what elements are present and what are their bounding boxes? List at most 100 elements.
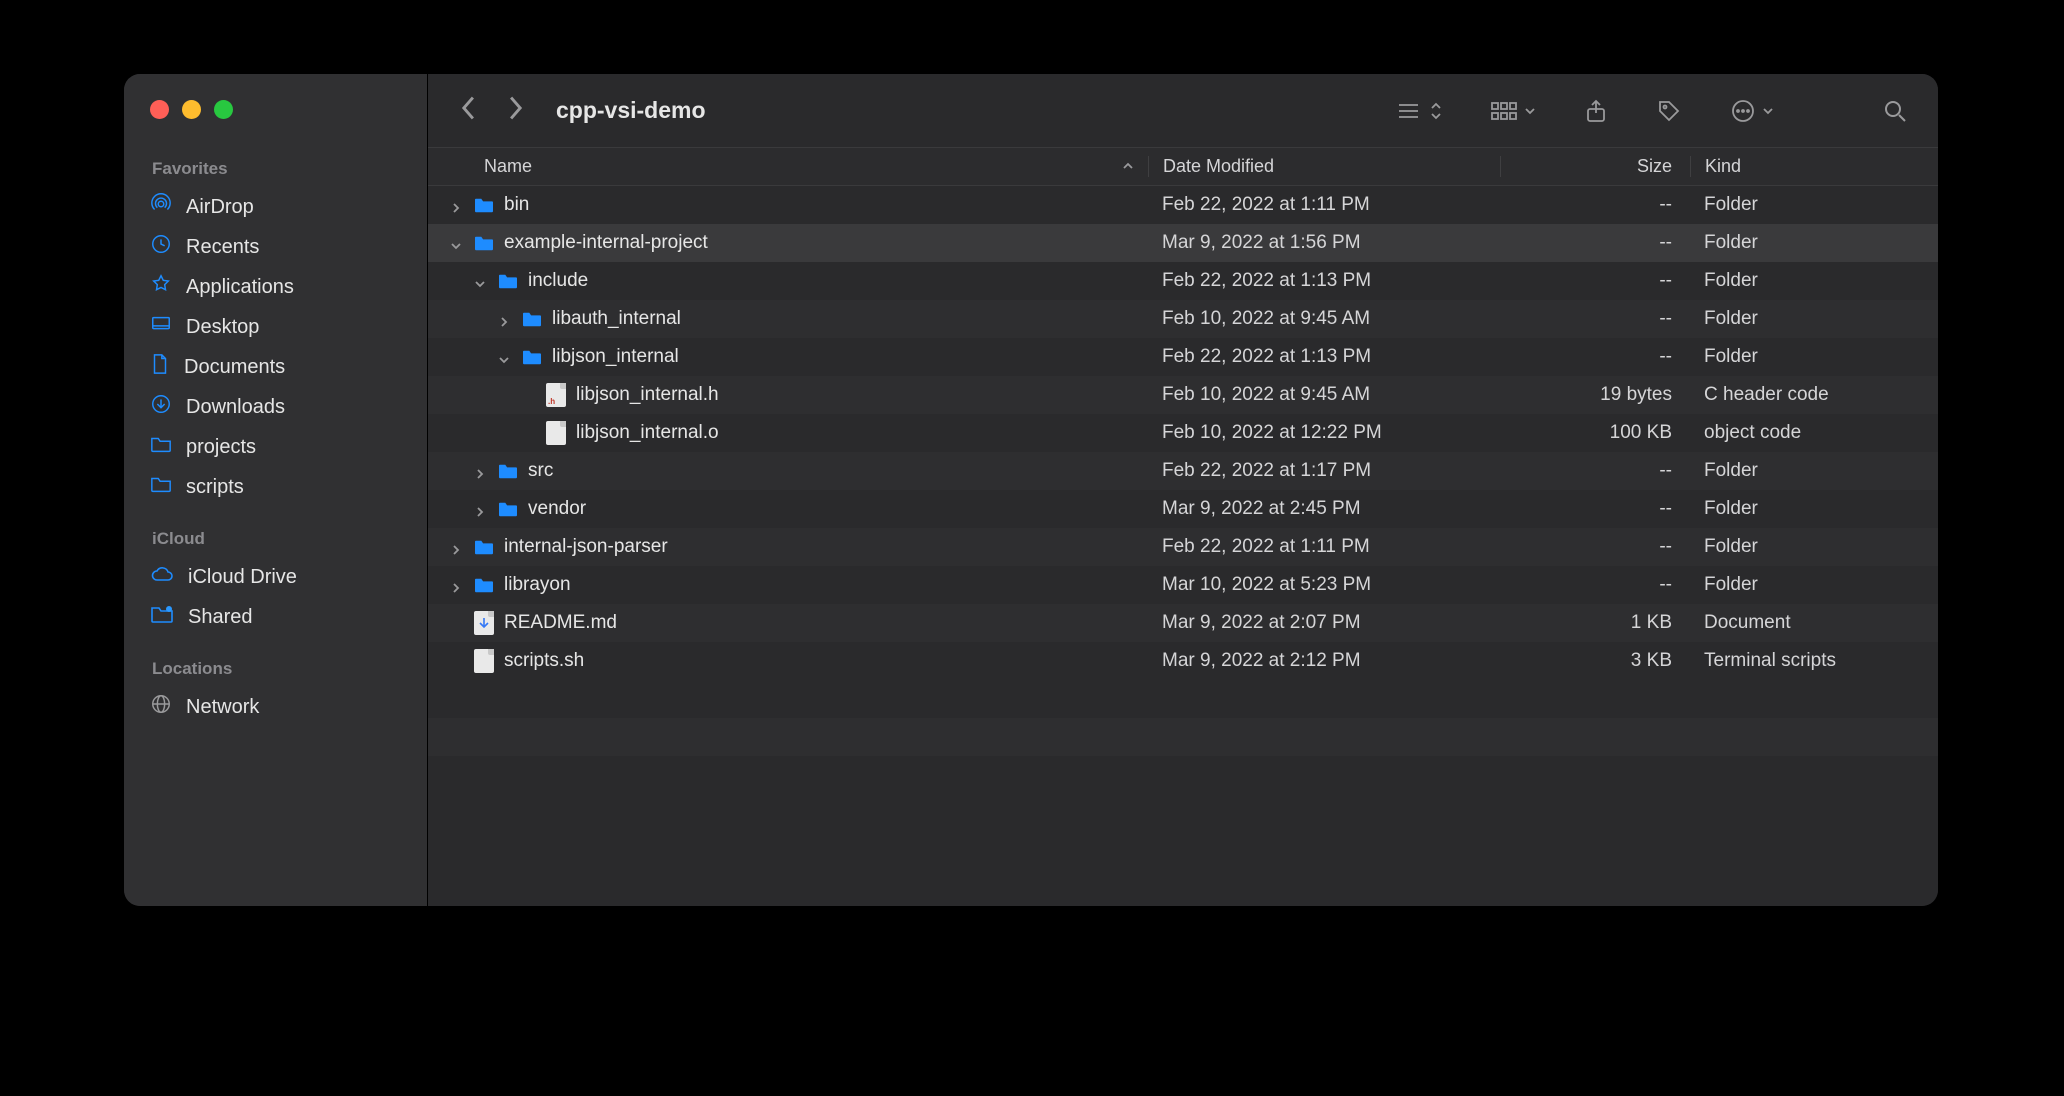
airdrop-icon <box>150 193 172 221</box>
sidebar-item-shared[interactable]: Shared <box>124 597 427 637</box>
disclosure-open-icon[interactable] <box>474 274 488 288</box>
sidebar-item-airdrop[interactable]: AirDrop <box>124 187 427 227</box>
file-row[interactable]: scripts.shMar 9, 2022 at 2:12 PM3 KBTerm… <box>428 642 1938 680</box>
row-date: Feb 22, 2022 at 1:13 PM <box>1148 270 1500 292</box>
toolbar: cpp-vsi-demo <box>428 74 1938 148</box>
row-size: -- <box>1500 460 1690 482</box>
folder-row[interactable]: include Feb 22, 2022 at 1:13 PM--Folder <box>428 262 1938 300</box>
sidebar-item-label: scripts <box>186 476 244 499</box>
folder-row[interactable]: example-internal-project Mar 9, 2022 at 1… <box>428 224 1938 262</box>
file-list: binFeb 22, 2022 at 1:11 PM--Folderexampl… <box>428 186 1938 680</box>
file-row[interactable]: README.mdMar 9, 2022 at 2:07 PM1 KBDocum… <box>428 604 1938 642</box>
column-header-size[interactable]: Size <box>1500 156 1690 177</box>
group-button[interactable] <box>1490 100 1536 122</box>
close-window-button[interactable] <box>150 100 169 119</box>
column-header-date[interactable]: Date Modified <box>1148 156 1500 177</box>
disclosure-open-icon[interactable] <box>450 236 464 250</box>
disclosure-closed-icon[interactable] <box>474 502 488 516</box>
view-list-button[interactable] <box>1396 100 1442 122</box>
file-row[interactable]: libjson_internal.o Feb 10, 2022 at 12:22 … <box>428 414 1938 452</box>
row-kind: Folder <box>1690 270 1938 292</box>
row-date: Feb 10, 2022 at 9:45 AM <box>1148 308 1500 330</box>
folder-row[interactable]: internal-json-parserFeb 22, 2022 at 1:11… <box>428 528 1938 566</box>
minimize-window-button[interactable] <box>182 100 201 119</box>
row-size: -- <box>1500 270 1690 292</box>
folder-row[interactable]: libauth_internalFeb 10, 2022 at 9:45 AM-… <box>428 300 1938 338</box>
column-header-kind[interactable]: Kind <box>1690 156 1938 177</box>
folder-icon <box>520 345 544 369</box>
sidebar-item-documents[interactable]: Documents <box>124 347 427 387</box>
desktop-icon <box>150 313 172 341</box>
disclosure-closed-icon[interactable] <box>450 578 464 592</box>
disclosure-none <box>450 616 464 630</box>
row-name: libjson_internal.o <box>576 422 719 444</box>
disclosure-open-icon[interactable] <box>498 350 512 364</box>
sidebar-item-projects[interactable]: projects <box>124 427 427 467</box>
forward-button[interactable] <box>506 95 524 127</box>
folder-row[interactable]: librayonMar 10, 2022 at 5:23 PM--Folder <box>428 566 1938 604</box>
row-name: example-internal-project <box>504 232 708 254</box>
disclosure-closed-icon[interactable] <box>474 464 488 478</box>
share-button[interactable] <box>1584 98 1608 124</box>
file-row[interactable]: .hlibjson_internal.hFeb 10, 2022 at 9:45… <box>428 376 1938 414</box>
sidebar-item-applications[interactable]: Applications <box>124 267 427 307</box>
zoom-window-button[interactable] <box>214 100 233 119</box>
row-date: Mar 9, 2022 at 2:12 PM <box>1148 650 1500 672</box>
sidebar: FavoritesAirDropRecentsApplicationsDeskt… <box>124 74 428 906</box>
folder-row[interactable]: vendorMar 9, 2022 at 2:45 PM--Folder <box>428 490 1938 528</box>
row-size: 19 bytes <box>1500 384 1690 406</box>
clock-icon <box>150 233 172 261</box>
row-date: Mar 9, 2022 at 1:56 PM <box>1148 232 1500 254</box>
disclosure-closed-icon[interactable] <box>498 312 512 326</box>
tags-button[interactable] <box>1656 98 1682 124</box>
sidebar-item-network[interactable]: Network <box>124 687 427 727</box>
row-name: scripts.sh <box>504 650 584 672</box>
sidebar-item-icloud-drive[interactable]: iCloud Drive <box>124 557 427 597</box>
row-name: bin <box>504 194 529 216</box>
folder-icon <box>150 434 172 460</box>
sidebar-item-label: iCloud Drive <box>188 566 297 589</box>
disclosure-closed-icon[interactable] <box>450 198 464 212</box>
sidebar-item-label: Recents <box>186 236 259 259</box>
content-pane: cpp-vsi-demo <box>428 74 1938 906</box>
row-name: libjson_internal.h <box>576 384 719 406</box>
sidebar-item-scripts[interactable]: scripts <box>124 467 427 507</box>
row-kind: Document <box>1690 612 1938 634</box>
sidebar-item-desktop[interactable]: Desktop <box>124 307 427 347</box>
row-name: include <box>528 270 588 292</box>
sidebar-item-downloads[interactable]: Downloads <box>124 387 427 427</box>
row-kind: Folder <box>1690 536 1938 558</box>
search-button[interactable] <box>1882 98 1908 124</box>
folder-row[interactable]: binFeb 22, 2022 at 1:11 PM--Folder <box>428 186 1938 224</box>
row-name: libjson_internal <box>552 346 679 368</box>
row-date: Feb 22, 2022 at 1:11 PM <box>1148 536 1500 558</box>
row-size: -- <box>1500 308 1690 330</box>
sidebar-item-label: Network <box>186 696 259 719</box>
window-title: cpp-vsi-demo <box>542 97 706 124</box>
row-size: -- <box>1500 536 1690 558</box>
folder-icon <box>150 474 172 500</box>
row-size: -- <box>1500 346 1690 368</box>
traffic-lights <box>124 94 427 143</box>
back-button[interactable] <box>460 95 478 127</box>
folder-icon <box>472 193 496 217</box>
sidebar-heading: iCloud <box>124 517 427 557</box>
folder-row[interactable]: libjson_internalFeb 22, 2022 at 1:13 PM-… <box>428 338 1938 376</box>
column-header-name-label: Name <box>484 156 532 177</box>
column-header-name[interactable]: Name <box>428 156 1148 177</box>
sidebar-heading: Locations <box>124 647 427 687</box>
sidebar-item-recents[interactable]: Recents <box>124 227 427 267</box>
blank-row <box>428 680 1938 718</box>
cloud-icon <box>150 565 174 589</box>
action-button[interactable] <box>1730 98 1774 124</box>
row-kind: Folder <box>1690 308 1938 330</box>
disclosure-closed-icon[interactable] <box>450 540 464 554</box>
disclosure-none <box>450 654 464 668</box>
markdown-file-icon <box>472 611 496 635</box>
row-date: Feb 10, 2022 at 9:45 AM <box>1148 384 1500 406</box>
applications-icon <box>150 273 172 301</box>
row-size: -- <box>1500 232 1690 254</box>
row-date: Feb 10, 2022 at 12:22 PM <box>1148 422 1500 444</box>
sidebar-item-label: Downloads <box>186 396 285 419</box>
folder-row[interactable]: srcFeb 22, 2022 at 1:17 PM--Folder <box>428 452 1938 490</box>
